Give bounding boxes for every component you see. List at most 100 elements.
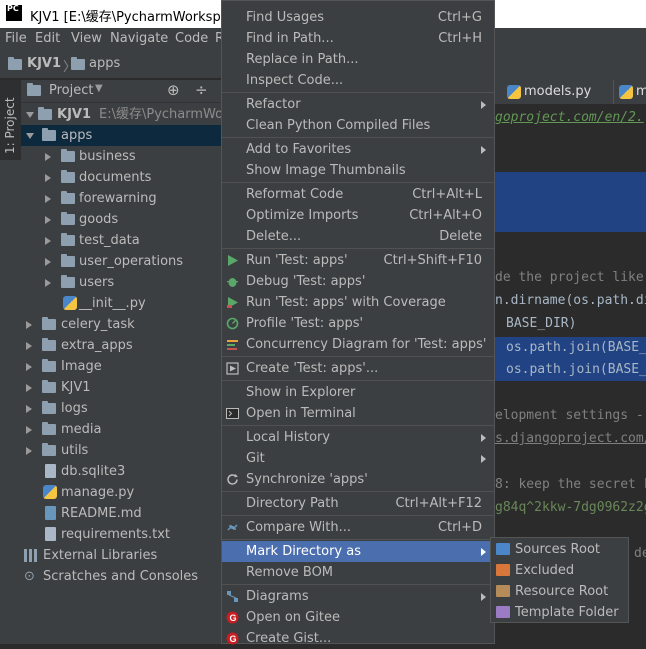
menu-item-inspect-code[interactable]: Inspect Code... <box>222 70 494 91</box>
menu-view[interactable]: View <box>71 31 102 46</box>
menu-code[interactable]: Code <box>175 31 208 46</box>
menu-navigate[interactable]: Navigate <box>110 31 168 46</box>
chevron-right-icon[interactable] <box>45 237 51 245</box>
tree-item-kjv1-root[interactable]: KJV1 E:\缓存\PycharmWorkspace <box>21 104 274 125</box>
menu-item-profile-tests[interactable]: Profile 'Test: apps' <box>222 313 494 334</box>
chevron-down-icon[interactable]: ▼ <box>95 83 103 94</box>
tree-item-celery-task[interactable]: celery_task <box>21 314 221 335</box>
chevron-right-icon[interactable] <box>45 216 51 224</box>
scratches-icon: ⊙ <box>24 569 35 584</box>
menu-item-compare-with[interactable]: Compare With... Ctrl+D <box>222 517 494 538</box>
menu-item-open-on-gitee[interactable]: G Open on Gitee <box>222 607 494 628</box>
menu-item-label: Concurrency Diagram for 'Test: apps' <box>246 337 487 352</box>
chevron-right-icon[interactable] <box>26 363 32 371</box>
tree-item-kjv1[interactable]: KJV1 <box>21 377 221 398</box>
chevron-right-icon[interactable] <box>26 447 32 455</box>
menu-item-show-in-explorer[interactable]: Show in Explorer <box>222 382 494 403</box>
tree-item-test-data[interactable]: test_data <box>21 230 221 251</box>
tree-item-utils[interactable]: utils <box>21 440 221 461</box>
menu-item-open-in-terminal[interactable]: Open in Terminal <box>222 403 494 424</box>
menu-separator <box>222 92 494 93</box>
menu-item-clean-compiled[interactable]: Clean Python Compiled Files <box>222 115 494 136</box>
tree-item-extra-apps[interactable]: extra_apps <box>21 335 221 356</box>
menu-item-create-test[interactable]: Create 'Test: apps'... <box>222 358 494 379</box>
menu-item-label: Show Image Thumbnails <box>246 163 406 178</box>
menu-item-mark-directory-as[interactable]: Mark Directory as <box>222 541 494 562</box>
menu-item-directory-path[interactable]: Directory Path Ctrl+Alt+F12 <box>222 493 494 514</box>
project-tool-tab[interactable]: 1: Project <box>0 80 21 160</box>
tree-item-scratches[interactable]: ⊙ Scratches and Consoles <box>21 566 221 587</box>
chevron-right-icon[interactable] <box>45 258 51 266</box>
menu-item-label: Optimize Imports <box>246 208 359 223</box>
chevron-right-icon[interactable] <box>26 342 32 350</box>
menu-item-find-usages[interactable]: Find Usages Ctrl+G <box>222 7 494 28</box>
menu-item-find-in-path[interactable]: Find in Path... Ctrl+H <box>222 28 494 49</box>
menu-item-local-history[interactable]: Local History <box>222 427 494 448</box>
menu-item-concurrency-diagram[interactable]: Concurrency Diagram for 'Test: apps' <box>222 334 494 355</box>
submenu-item-sources-root[interactable]: Sources Root <box>491 539 628 560</box>
menu-item-replace-in-path[interactable]: Replace in Path... <box>222 49 494 70</box>
folder-icon <box>61 275 75 288</box>
tree-item-users[interactable]: users <box>21 272 221 293</box>
tree-item-apps[interactable]: apps <box>21 125 221 146</box>
menu-item-create-gist[interactable]: G Create Gist... <box>222 628 494 649</box>
menu-file[interactable]: File <box>5 31 27 46</box>
menu-separator <box>222 539 494 540</box>
profile-icon <box>226 317 239 330</box>
folder-icon <box>42 359 56 372</box>
tree-item-business[interactable]: business <box>21 146 221 167</box>
tree-item-user-operations[interactable]: user_operations <box>21 251 221 272</box>
menu-item-add-to-favorites[interactable]: Add to Favorites <box>222 139 494 160</box>
menu-item-optimize-imports[interactable]: Optimize Imports Ctrl+Alt+O <box>222 205 494 226</box>
chevron-right-icon[interactable] <box>26 384 32 392</box>
breadcrumb-apps[interactable]: apps <box>89 56 120 71</box>
chevron-down-icon[interactable] <box>26 133 34 139</box>
menu-item-remove-bom[interactable]: Remove BOM <box>222 562 494 583</box>
tree-item-readme-md[interactable]: README.md <box>21 503 221 524</box>
tab-models-py[interactable]: models.py <box>524 84 591 99</box>
tree-item-documents[interactable]: documents <box>21 167 221 188</box>
chevron-right-icon[interactable] <box>45 153 51 161</box>
menu-item-diagrams[interactable]: Diagrams <box>222 586 494 607</box>
collapse-icon[interactable]: ÷ <box>195 81 208 99</box>
menu-item-reformat-code[interactable]: Reformat Code Ctrl+Alt+L <box>222 184 494 205</box>
tree-item-label: business <box>79 149 136 164</box>
breadcrumb-project[interactable]: KJV1 <box>27 56 61 71</box>
chevron-right-icon[interactable] <box>26 405 32 413</box>
chevron-right-icon[interactable] <box>45 195 51 203</box>
menu-item-git[interactable]: Git <box>222 448 494 469</box>
menu-item-run-with-coverage[interactable]: Run 'Test: apps' with Coverage <box>222 292 494 313</box>
chevron-right-icon[interactable] <box>45 279 51 287</box>
chevron-right-icon[interactable] <box>45 174 51 182</box>
tree-item-manage-py[interactable]: manage.py <box>21 482 221 503</box>
menu-item-label: Open on Gitee <box>246 610 340 625</box>
tree-item-logs[interactable]: logs <box>21 398 221 419</box>
submenu-item-excluded[interactable]: Excluded <box>491 560 628 581</box>
chevron-down-icon[interactable] <box>26 112 34 118</box>
menu-item-synchronize[interactable]: Synchronize 'apps' <box>222 469 494 490</box>
tree-item-image[interactable]: Image <box>21 356 221 377</box>
tree-item-external-libraries[interactable]: External Libraries <box>21 545 221 566</box>
submenu-item-resource-root[interactable]: Resource Root <box>491 581 628 602</box>
project-view-selector[interactable]: Project <box>49 83 93 98</box>
menu-item-debug-tests[interactable]: Debug 'Test: apps' <box>222 271 494 292</box>
menu-edit[interactable]: Edit <box>35 31 60 46</box>
submenu-item-template-folder[interactable]: Template Folder <box>491 602 628 623</box>
tree-item-forewarning[interactable]: forewarning <box>21 188 221 209</box>
menu-item-delete[interactable]: Delete... Delete <box>222 226 494 247</box>
tree-item-db-sqlite3[interactable]: db.sqlite3 <box>21 461 221 482</box>
folder-icon <box>42 317 56 330</box>
tree-item-media[interactable]: media <box>21 419 221 440</box>
tab-truncated[interactable]: m <box>636 84 646 99</box>
chevron-right-icon[interactable] <box>26 321 32 329</box>
menu-item-refactor[interactable]: Refactor <box>222 94 494 115</box>
menu-item-label: Run 'Test: apps' with Coverage <box>246 295 446 310</box>
chevron-right-icon[interactable] <box>26 426 32 434</box>
target-icon[interactable]: ⊕ <box>167 81 180 99</box>
tree-item-goods[interactable]: goods <box>21 209 221 230</box>
tree-item-init-py[interactable]: __init__.py <box>21 293 221 314</box>
tree-item-requirements-txt[interactable]: requirements.txt <box>21 524 221 545</box>
tree-item-label: media <box>61 422 102 437</box>
menu-item-show-thumbnails[interactable]: Show Image Thumbnails <box>222 160 494 181</box>
menu-item-run-tests[interactable]: Run 'Test: apps' Ctrl+Shift+F10 <box>222 250 494 271</box>
